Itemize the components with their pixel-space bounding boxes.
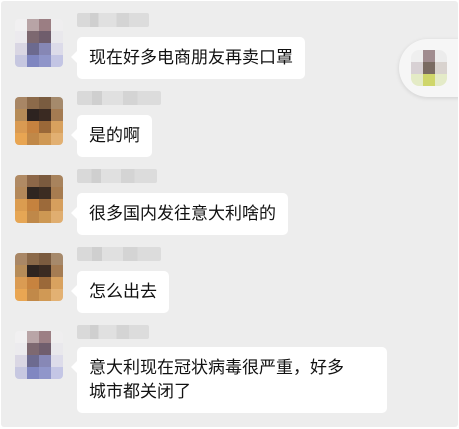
- sender-name-blurred: [77, 13, 149, 27]
- message-bubble[interactable]: 很多国内发往意大利啥的: [71, 193, 288, 235]
- floating-window-button[interactable]: [399, 39, 458, 97]
- message-bubble[interactable]: 怎么出去: [71, 271, 169, 313]
- avatar[interactable]: [15, 175, 63, 223]
- avatar[interactable]: [15, 253, 63, 301]
- floating-avatar-icon: [411, 50, 447, 86]
- avatar[interactable]: [15, 97, 63, 145]
- sender-name-blurred: [77, 169, 157, 183]
- sender-name-blurred: [77, 247, 161, 261]
- chat-window: 现在好多电商朋友再卖口罩 是的啊 很多国内发往意大利啥的 怎么出去 意大利现在冠…: [1, 1, 458, 427]
- message-bubble[interactable]: 现在好多电商朋友再卖口罩: [71, 37, 305, 79]
- message-bubble[interactable]: 意大利现在冠状病毒很严重，好多 城市都关闭了: [71, 347, 387, 413]
- sender-name-blurred: [77, 91, 161, 105]
- sender-name-blurred: [77, 325, 149, 339]
- message-bubble[interactable]: 是的啊: [71, 115, 152, 157]
- avatar[interactable]: [15, 19, 63, 67]
- avatar[interactable]: [15, 331, 63, 379]
